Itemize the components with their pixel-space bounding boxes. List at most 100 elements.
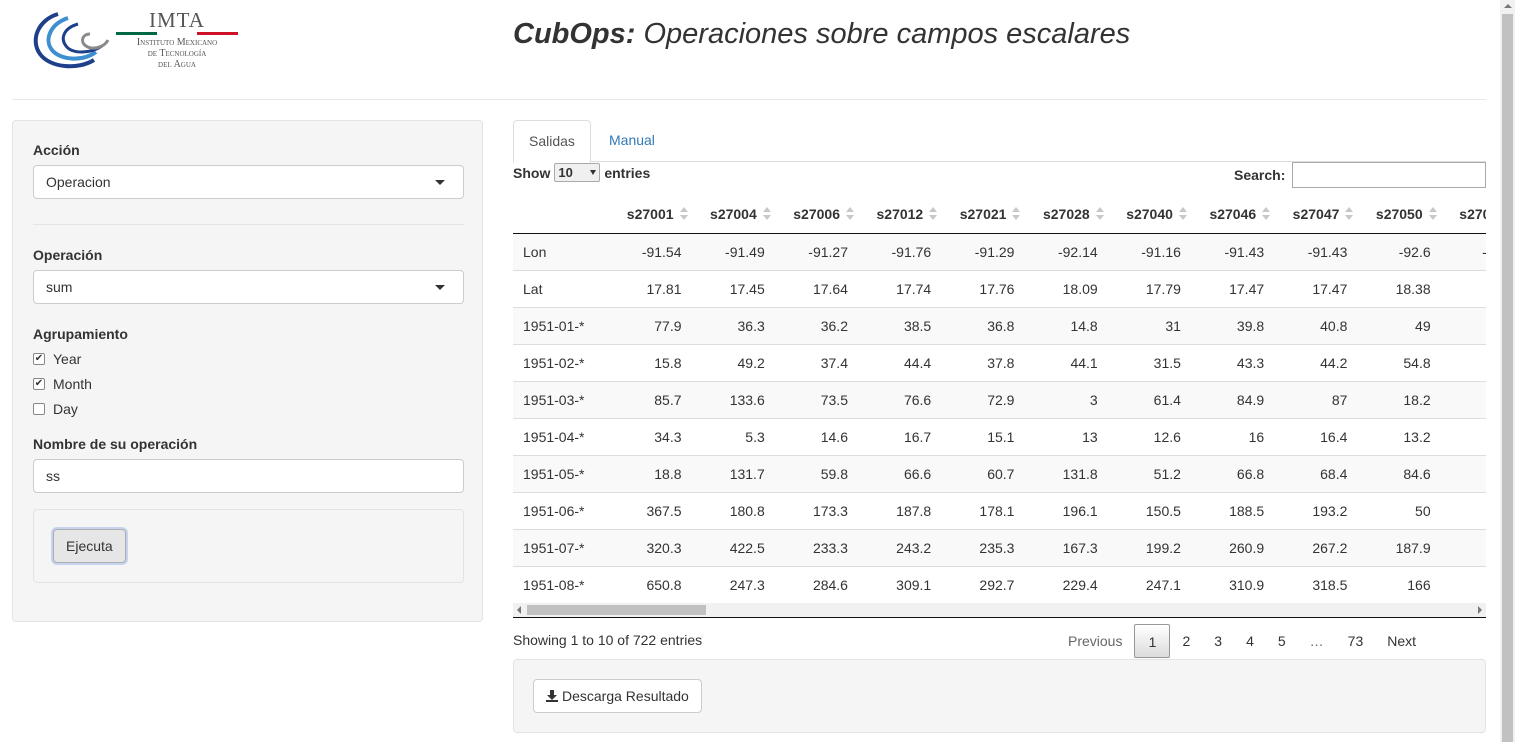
accion-select[interactable]: Operacion (33, 165, 464, 199)
table-cell: 36.2 (774, 306, 858, 344)
scrollbar-thumb[interactable] (527, 605, 706, 615)
checkbox-month[interactable]: ✔ Month (33, 374, 92, 394)
column-header[interactable]: s27040 (1107, 195, 1191, 234)
pagination-next[interactable]: Next (1375, 624, 1428, 658)
table-cell: 650.8 (608, 565, 692, 603)
table-cell: -91.27 (774, 233, 858, 270)
page-title: CubOps: Operaciones sobre campos escalar… (513, 18, 1130, 51)
length-control: Show 10 entries (513, 163, 650, 182)
table-cell: 49 (1357, 306, 1441, 344)
table-cell: 39.8 (1190, 306, 1275, 344)
table-cell: -91.29 (941, 233, 1025, 270)
table-cell: 18.2 (1357, 380, 1441, 418)
scroll-left-icon[interactable] (517, 606, 521, 614)
operacion-select[interactable]: sum (33, 270, 464, 304)
table-row: 1951-05-* 18.8 131.7 59.8 66.6 60.7 131.8 51.2 6… (513, 454, 1486, 492)
page-vertical-scrollbar[interactable] (1500, 0, 1515, 742)
table-cell: -91.76 (857, 233, 942, 270)
show-label: Show (513, 164, 551, 181)
pagination-page[interactable]: 3 (1202, 624, 1234, 658)
pagination-page[interactable]: 73 (1336, 624, 1376, 658)
table-cell: 66.8 (1190, 454, 1275, 492)
row-name-cell: 1951-08-* (513, 565, 609, 603)
table-body: Lon -91.54 -91.49 -91.27 -91.76 -91.29 -92.14-… (513, 233, 1486, 603)
table-cell: 85.7 (608, 380, 692, 418)
tab-manual[interactable]: Manual (594, 120, 670, 162)
ejecuta-button[interactable]: Ejecuta (53, 529, 126, 563)
tab-salidas[interactable]: Salidas (513, 120, 591, 163)
table-cell: 17.47 (1190, 269, 1275, 307)
table-row: 1951-06-* 367.5 180.8 173.3 187.8 178.1 196.1 1… (513, 491, 1486, 529)
table-cell: 44.1 (1024, 343, 1108, 381)
table-cell: 166 (1357, 565, 1441, 603)
pagination-page[interactable]: 2 (1170, 624, 1202, 658)
descarga-button[interactable]: Descarga Resultado (533, 679, 702, 713)
page-scrollbar-thumb[interactable] (1502, 14, 1513, 742)
table-cell: 17.79 (1107, 269, 1191, 307)
scroll-up-icon[interactable] (1504, 4, 1512, 8)
agrupamiento-label: Agrupamiento (33, 326, 128, 342)
table-cell: 150.5 (1107, 491, 1191, 529)
table-cell: 34 (1440, 306, 1486, 344)
header-divider (12, 99, 1486, 100)
table-cell: 73.5 (774, 380, 858, 418)
table-cell: 260.9 (1190, 528, 1275, 566)
pagination-previous[interactable]: Previous (1056, 624, 1134, 658)
table-cell: 34.3 (608, 417, 692, 455)
table-cell: 17.81 (608, 269, 692, 307)
results-table: s27001 s27004 s27006 s27012 s27021 s27028 s270… (513, 195, 1486, 603)
row-name-cell: 1951-04-* (513, 417, 609, 455)
pagination-page[interactable]: 4 (1234, 624, 1266, 658)
table-cell: 284.6 (774, 565, 858, 603)
column-header[interactable]: s27028 (1024, 195, 1108, 234)
logo-subtitle-1: Instituto Mexicano (136, 37, 218, 48)
table-cell: 367.5 (608, 491, 692, 529)
column-header-rowname[interactable] (513, 195, 609, 234)
column-header[interactable]: s27001 (608, 195, 692, 234)
sort-icon (1345, 207, 1354, 221)
table-cell: 37.8 (941, 343, 1025, 381)
checkbox-unchecked-icon[interactable] (33, 403, 45, 415)
column-header[interactable]: s27006 (774, 195, 858, 234)
pagination-page[interactable]: 1 (1134, 624, 1171, 658)
checkbox-year[interactable]: ✔ Year (33, 349, 81, 369)
row-name-cell: 1951-03-* (513, 380, 609, 418)
entries-length-select[interactable]: 10 (554, 163, 601, 182)
imta-logo: IMTA Instituto Mexicano de Tecnología de… (28, 8, 239, 70)
column-header[interactable]: s27047 (1274, 195, 1358, 234)
table-cell: 292.7 (941, 565, 1025, 603)
checkbox-checked-icon[interactable]: ✔ (33, 378, 45, 390)
table-cell: 77.9 (608, 306, 692, 344)
sort-icon (1262, 207, 1271, 221)
run-well: Ejecuta (33, 509, 464, 583)
table-cell: 16 (1190, 417, 1275, 455)
pagination-page[interactable]: 5 (1266, 624, 1298, 658)
table-cell: 220 (1440, 528, 1486, 566)
column-header[interactable]: s27012 (857, 195, 942, 234)
column-header[interactable]: s27056 (1440, 195, 1486, 234)
table-cell: 18.38 (1357, 269, 1441, 307)
table-cell: 84.6 (1357, 454, 1441, 492)
table-cell: 38.5 (857, 306, 942, 344)
sort-icon (929, 207, 938, 221)
table-cell: 37 (1440, 343, 1486, 381)
sidebar-divider (33, 224, 464, 225)
logo-title: IMTA (149, 8, 205, 32)
column-header[interactable]: s27050 (1357, 195, 1441, 234)
logo-flag-stripe (116, 32, 239, 35)
table-cell: 310.9 (1190, 565, 1275, 603)
nombre-input[interactable]: ss (33, 459, 464, 493)
table-cell: 233.3 (774, 528, 858, 566)
table-cell: 309.1 (857, 565, 942, 603)
checkbox-day[interactable]: Day (33, 399, 78, 419)
column-header[interactable]: s27046 (1190, 195, 1275, 234)
table-cell: 187.9 (1357, 528, 1441, 566)
scroll-right-icon[interactable] (1478, 606, 1482, 614)
column-header[interactable]: s27021 (941, 195, 1025, 234)
pagination-ellipsis: … (1309, 633, 1324, 649)
column-header[interactable]: s27004 (691, 195, 775, 234)
search-input[interactable] (1292, 162, 1486, 188)
horizontal-scrollbar[interactable] (513, 603, 1486, 617)
checkbox-checked-icon[interactable]: ✔ (33, 353, 45, 365)
table-cell: 267.2 (1274, 528, 1358, 566)
